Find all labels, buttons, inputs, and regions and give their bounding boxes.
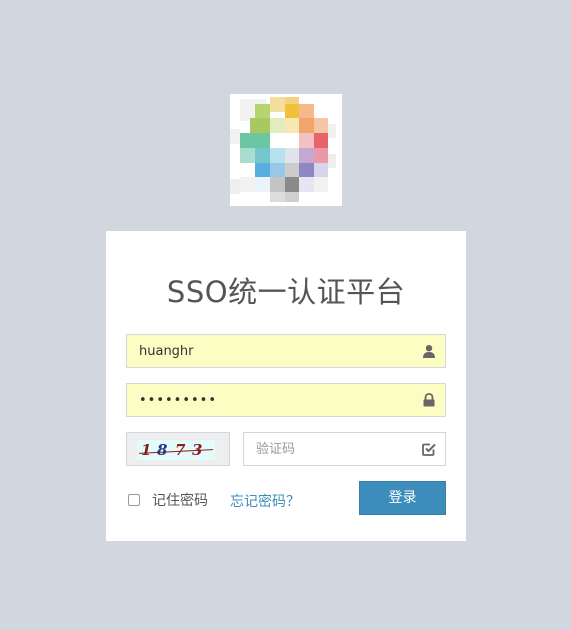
logo-mosaic-image xyxy=(230,94,342,206)
page-title: SSO统一认证平台 xyxy=(166,275,406,309)
check-square-icon xyxy=(422,442,436,456)
captcha-input[interactable] xyxy=(244,433,445,465)
username-field[interactable] xyxy=(126,334,446,368)
forgot-password-link[interactable]: 忘记密码？ xyxy=(230,491,300,511)
remember-label[interactable]: 记住密码 xyxy=(152,490,208,510)
remember-password: 记住密码 xyxy=(128,491,208,509)
login-box: SSO统一认证平台 1 8 7 3 xyxy=(106,231,466,541)
captcha-image[interactable]: 1 8 7 3 xyxy=(126,432,230,466)
login-button[interactable]: 登录 xyxy=(359,481,446,515)
lock-icon xyxy=(422,393,436,407)
password-field[interactable] xyxy=(126,383,446,417)
captcha-digit: 8 xyxy=(157,441,168,459)
remember-checkbox[interactable] xyxy=(128,494,140,506)
logo xyxy=(230,94,342,206)
captcha-digit: 1 xyxy=(141,441,152,459)
captcha-field[interactable] xyxy=(243,432,446,466)
password-input[interactable] xyxy=(127,384,445,416)
user-icon xyxy=(422,344,436,358)
captcha-code: 1 8 7 3 xyxy=(137,440,215,460)
username-input[interactable] xyxy=(127,335,445,367)
